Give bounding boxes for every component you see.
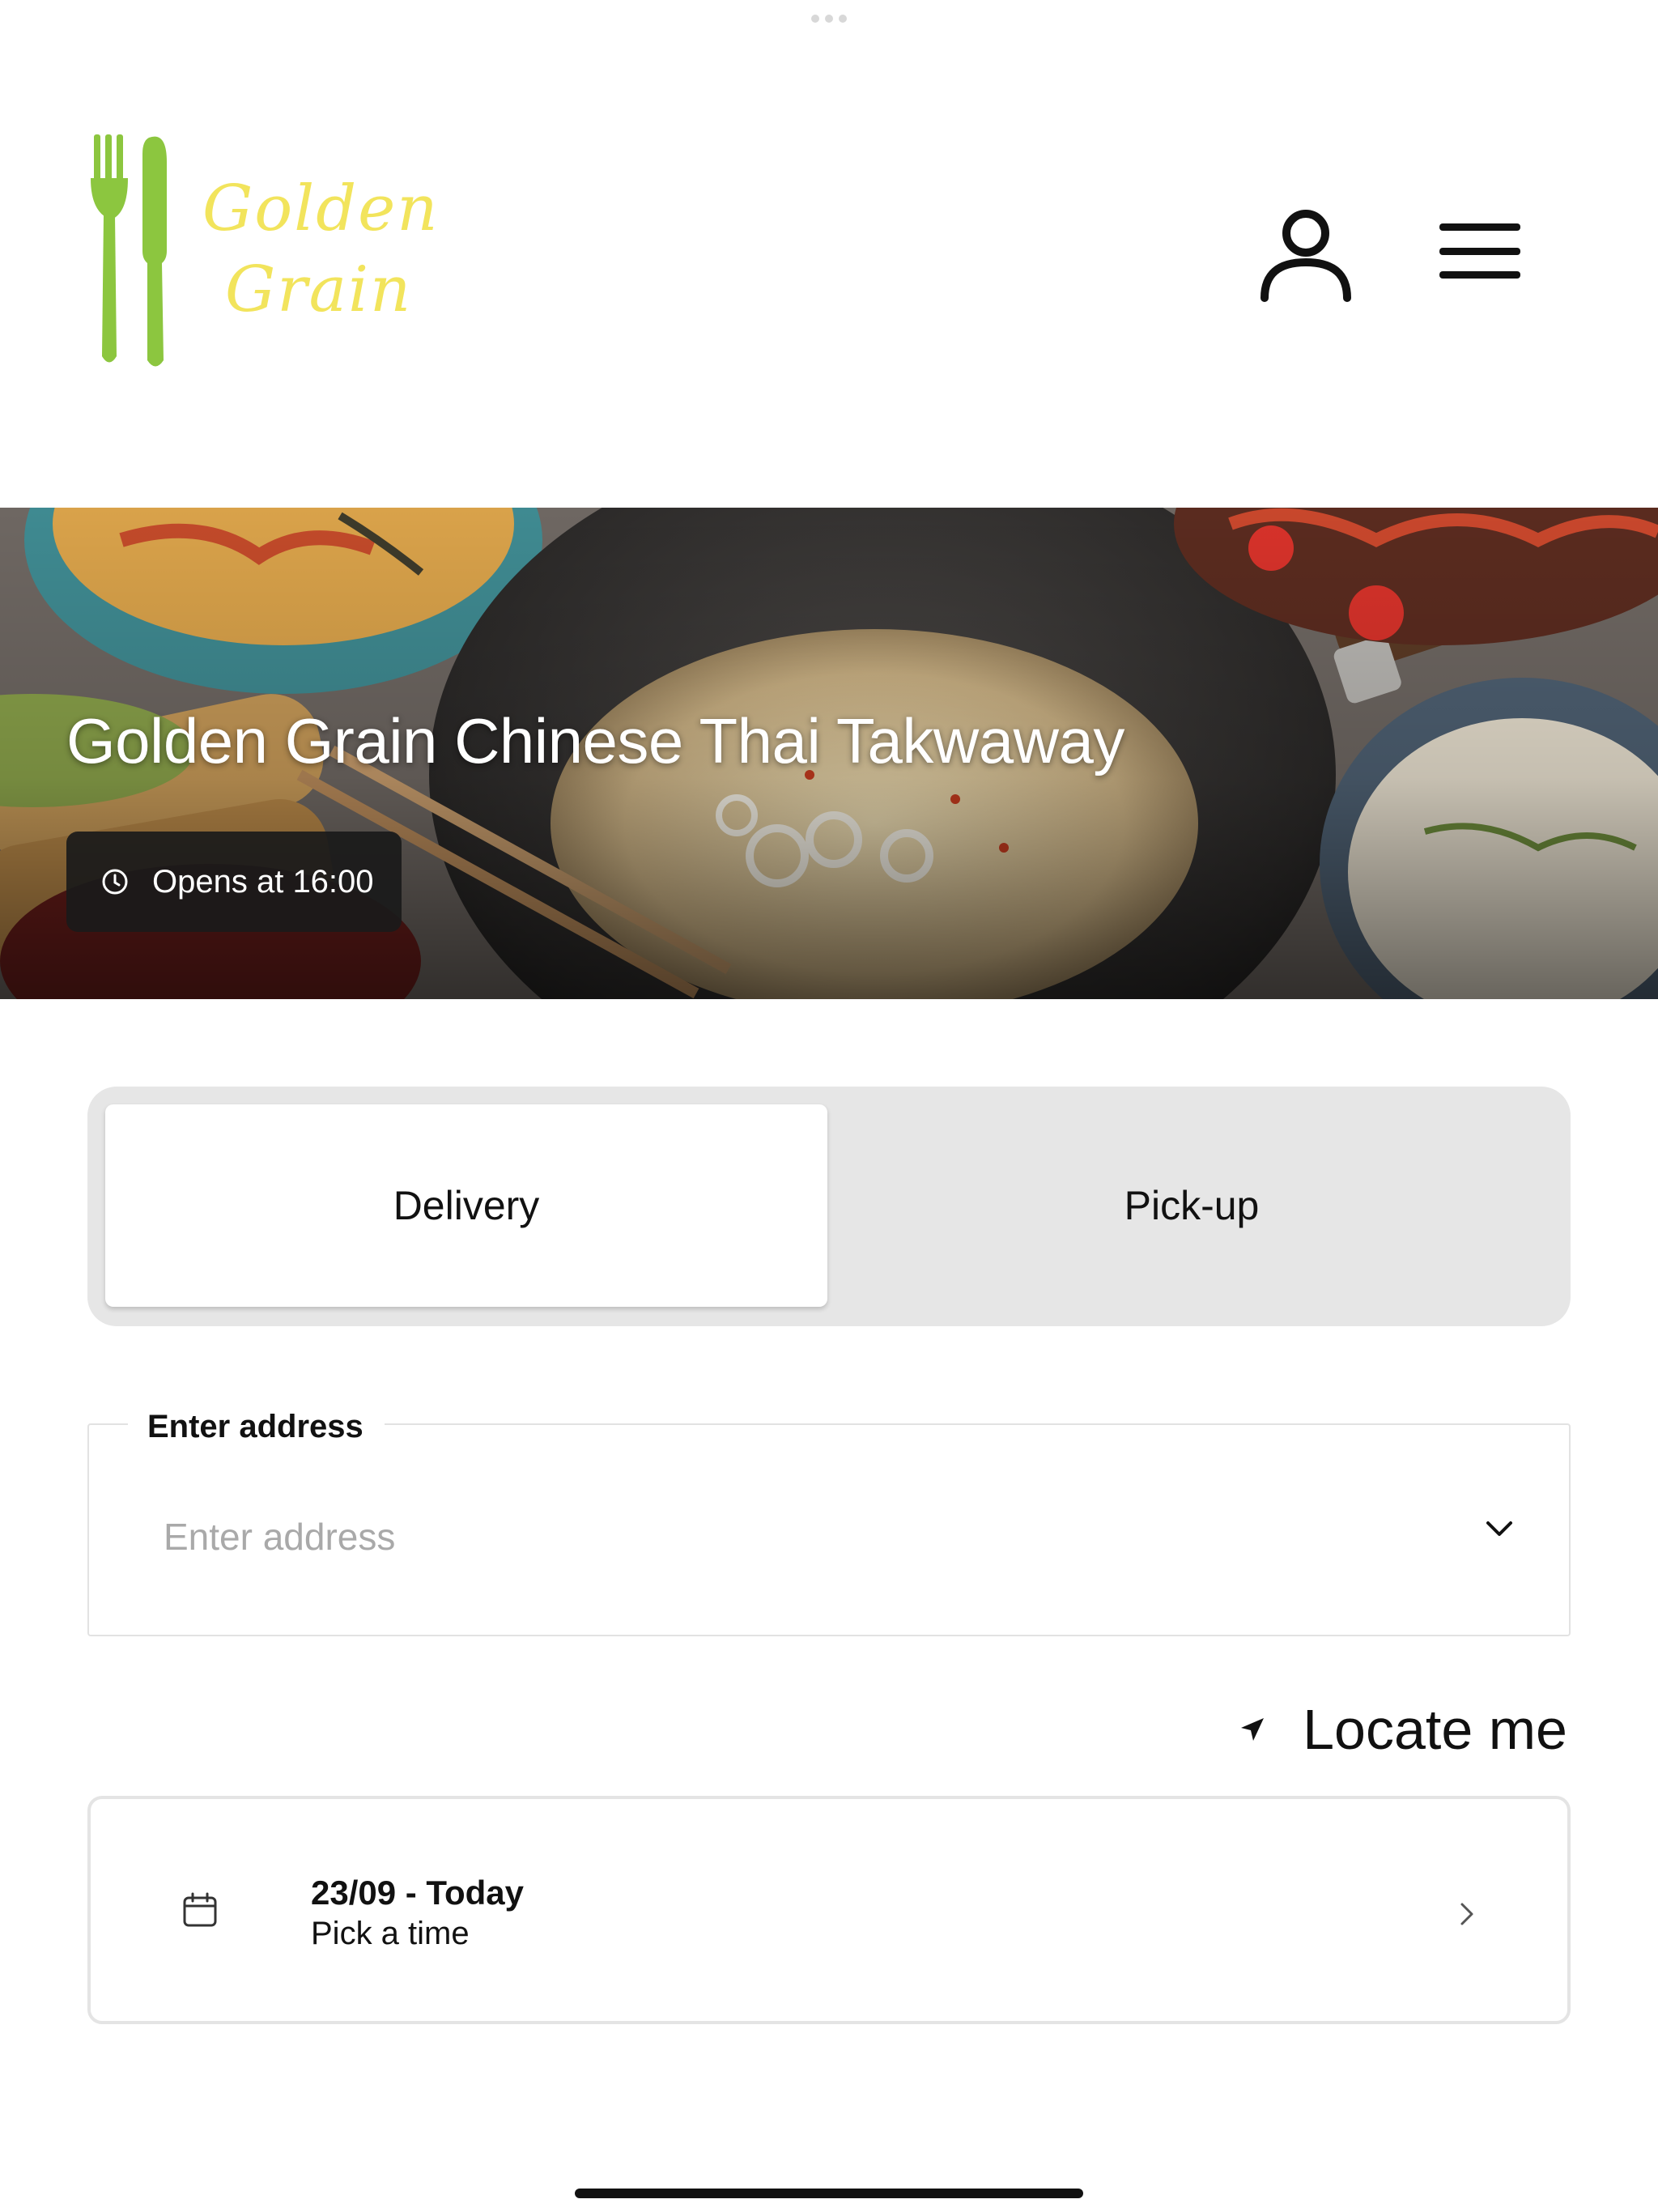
account-button[interactable] xyxy=(1258,204,1354,303)
selected-date: 23/09 - Today xyxy=(311,1874,524,1912)
pick-time-label: Pick a time xyxy=(311,1916,470,1951)
clock-icon xyxy=(102,869,128,895)
hamburger-menu-icon xyxy=(1439,223,1520,279)
tab-delivery[interactable]: Delivery xyxy=(105,1104,827,1307)
address-field-label: Enter address xyxy=(128,1409,385,1445)
page: Golden Grain Golden Grain Chinese Thai T… xyxy=(0,0,1658,2212)
logo-text: Golden Grain xyxy=(202,168,440,330)
logo-line-2: Grain xyxy=(225,253,413,326)
opening-status-text: Opens at 16:00 xyxy=(152,863,374,900)
address-field[interactable]: Enter address xyxy=(87,1409,1571,1636)
multitasking-dots[interactable] xyxy=(811,15,847,23)
time-picker-card[interactable]: 23/09 - Today Pick a time xyxy=(87,1796,1571,2024)
fork-knife-icon xyxy=(91,134,167,367)
address-input[interactable] xyxy=(164,1504,1378,1569)
restaurant-title: Golden Grain Chinese Thai Takwaway xyxy=(66,705,1124,776)
location-arrow-icon xyxy=(1241,1718,1265,1741)
chevron-right-icon xyxy=(1460,1903,1473,1925)
locate-me-label: Locate me xyxy=(1303,1698,1567,1761)
locate-me-button[interactable]: Locate me xyxy=(1236,1697,1567,1762)
tab-pickup[interactable]: Pick-up xyxy=(831,1104,1553,1307)
calendar-icon xyxy=(183,1892,217,1927)
order-type-toggle: Delivery Pick-up xyxy=(87,1087,1571,1326)
menu-button[interactable] xyxy=(1438,220,1522,282)
brand-logo[interactable]: Golden Grain xyxy=(89,130,438,372)
logo-line-1: Golden xyxy=(202,172,440,245)
opening-status-badge: Opens at 16:00 xyxy=(66,832,402,932)
user-icon xyxy=(1261,210,1351,302)
chevron-down-icon[interactable] xyxy=(1480,1509,1519,1548)
home-indicator[interactable] xyxy=(575,2189,1083,2198)
